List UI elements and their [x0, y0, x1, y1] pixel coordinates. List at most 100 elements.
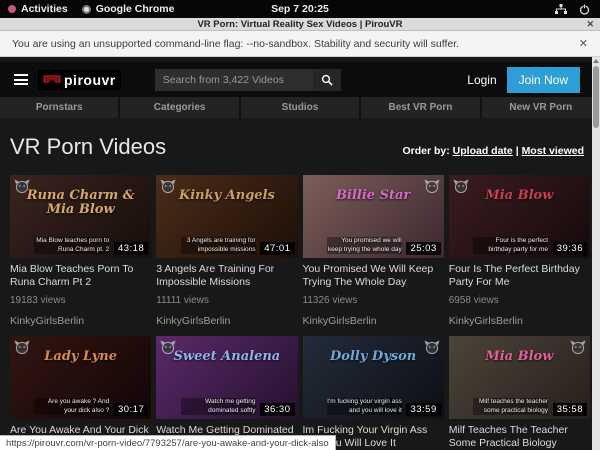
- video-thumbnail[interactable]: Runa Charm & Mia Blow Mia Blow teaches p…: [10, 175, 151, 258]
- video-thumbnail[interactable]: Kinky Angels 3 Angels are training for i…: [156, 175, 297, 258]
- warning-close-icon[interactable]: ✕: [579, 37, 588, 50]
- nav-item[interactable]: Best VR Porn: [359, 97, 479, 118]
- video-thumbnail[interactable]: Dolly Dyson I'm fucking your virgin ass …: [303, 336, 444, 419]
- page-title: VR Porn Videos: [10, 134, 166, 160]
- nav-item[interactable]: Pornstars: [0, 97, 118, 118]
- thumbnail-overlay-name: Runa Charm & Mia Blow: [10, 189, 151, 216]
- video-card[interactable]: Billie Star You promised we will keep tr…: [303, 175, 444, 327]
- video-card[interactable]: Kinky Angels 3 Angels are training for i…: [156, 175, 297, 327]
- thumbnail-caption: Mia Blow teaches porn to Runa Charm pt. …: [34, 237, 109, 254]
- site-header: pirouvr Login Join Now: [0, 62, 600, 97]
- order-by-label: Order by:: [402, 145, 449, 157]
- thumbnail-caption: You promised we will keep trying the who…: [327, 237, 402, 254]
- screen: Activities Google Chrome Sep 7 20:25 V: [0, 0, 600, 450]
- nav-item-label: Best VR Porn: [388, 102, 452, 113]
- app-indicator[interactable]: Google Chrome: [82, 3, 175, 15]
- content: VR Porn Videos Order by: Upload date | M…: [0, 134, 600, 450]
- main-nav: Pornstars Categories Studios Best VR Por…: [0, 97, 600, 118]
- login-link[interactable]: Login: [467, 73, 496, 87]
- video-studio-link[interactable]: KinkyGirlsBerlin: [156, 315, 297, 327]
- video-grid: Runa Charm & Mia Blow Mia Blow teaches p…: [10, 175, 590, 450]
- nav-item[interactable]: Categories: [118, 97, 238, 118]
- nav-item-label: Pornstars: [36, 102, 83, 113]
- video-views: 6958 views: [449, 295, 590, 306]
- video-title[interactable]: You Promised We Will Keep Trying The Who…: [303, 263, 444, 288]
- duration-badge: 39:36: [553, 242, 587, 255]
- video-card[interactable]: Sweet Analena Watch me getting dominated…: [156, 336, 297, 450]
- video-views: 19183 views: [10, 295, 151, 306]
- thumbnail-overlay-name: Dolly Dyson: [303, 350, 444, 364]
- thumbnail-overlay-name: Billie Star: [303, 189, 444, 203]
- video-views: 11326 views: [303, 295, 444, 306]
- thumbnail-caption: Watch me getting dominated softly: [181, 398, 256, 415]
- video-thumbnail[interactable]: Lady Lyne Are you awake ? And your dick …: [10, 336, 151, 419]
- magnifier-icon: [321, 74, 333, 86]
- menu-icon[interactable]: [14, 74, 28, 85]
- thumbnail-caption: Four is the perfect birthday party for m…: [473, 237, 548, 254]
- nav-item-label: New VR Porn: [509, 102, 572, 113]
- video-thumbnail[interactable]: Billie Star You promised we will keep tr…: [303, 175, 444, 258]
- video-views: 11111 views: [156, 295, 297, 306]
- status-bar: https://pirouvr.com/vr-porn-video/779325…: [0, 435, 336, 450]
- web-page: pirouvr Login Join Now Pornstars: [0, 57, 600, 450]
- nav-item-label: Categories: [154, 102, 206, 113]
- video-studio-link[interactable]: KinkyGirlsBerlin: [449, 315, 590, 327]
- site-logo[interactable]: pirouvr: [38, 70, 121, 90]
- video-title[interactable]: Milf Teaches The Teacher Some Practical …: [449, 424, 590, 449]
- thumbnail-caption: Milf teaches the teacher some practical …: [473, 398, 548, 415]
- video-card[interactable]: Mia Blow Four is the perfect birthday pa…: [449, 175, 590, 327]
- status-url: https://pirouvr.com/vr-porn-video/779325…: [6, 438, 329, 449]
- order-by-most-viewed-link[interactable]: Most viewed: [522, 145, 584, 157]
- thumbnail-caption: Are you awake ? And your dick also ?: [34, 398, 109, 415]
- vr-goggles-icon: [43, 74, 61, 85]
- video-thumbnail[interactable]: Mia Blow Milf teaches the teacher some p…: [449, 336, 590, 419]
- video-card[interactable]: Mia Blow Milf teaches the teacher some p…: [449, 336, 590, 450]
- tab-title: VR Porn: Virtual Reality Sex Videos | Pi…: [197, 19, 402, 30]
- video-card[interactable]: Runa Charm & Mia Blow Mia Blow teaches p…: [10, 175, 151, 327]
- thumbnail-overlay-name: Sweet Analena: [156, 350, 297, 364]
- activities-icon: [8, 5, 16, 13]
- nav-item[interactable]: Studios: [239, 97, 359, 118]
- video-title[interactable]: Four Is The Perfect Birthday Party For M…: [449, 263, 590, 288]
- nav-item[interactable]: New VR Porn: [480, 97, 600, 118]
- thumbnail-overlay-name: Mia Blow: [449, 189, 590, 203]
- activities-button[interactable]: Activities: [8, 3, 68, 15]
- system-top-bar: Activities Google Chrome Sep 7 20:25: [0, 0, 600, 18]
- order-by-upload-date-link[interactable]: Upload date: [453, 145, 513, 157]
- power-icon[interactable]: [579, 4, 590, 15]
- thumbnail-overlay-name: Kinky Angels: [156, 189, 297, 203]
- site-logo-text: pirouvr: [64, 72, 116, 88]
- video-card[interactable]: Dolly Dyson I'm fucking your virgin ass …: [303, 336, 444, 450]
- scrollbar[interactable]: [592, 57, 600, 450]
- thumbnail-caption: 3 Angels are training for impossible mis…: [181, 237, 256, 254]
- duration-badge: 35:58: [553, 403, 587, 416]
- video-title[interactable]: 3 Angels Are Training For Impossible Mis…: [156, 263, 297, 288]
- order-by-separator: |: [516, 145, 519, 157]
- duration-badge: 25:03: [406, 242, 440, 255]
- scrollbar-thumb[interactable]: [593, 66, 599, 128]
- search-bar: [155, 69, 341, 91]
- join-now-button[interactable]: Join Now: [507, 67, 580, 93]
- video-card[interactable]: Lady Lyne Are you awake ? And your dick …: [10, 336, 151, 450]
- video-title[interactable]: Mia Blow Teaches Porn To Runa Charm Pt 2: [10, 263, 151, 288]
- thumbnail-caption: I'm fucking your virgin ass and you will…: [327, 398, 402, 415]
- scrollbar-up-arrow[interactable]: [593, 59, 599, 63]
- browser-title-bar[interactable]: VR Porn: Virtual Reality Sex Videos | Pi…: [0, 18, 600, 31]
- duration-badge: 33:59: [406, 403, 440, 416]
- chrome-icon: [82, 5, 91, 14]
- network-icon[interactable]: [555, 4, 567, 14]
- search-button[interactable]: [313, 69, 341, 91]
- duration-badge: 36:30: [260, 403, 294, 416]
- activities-label: Activities: [21, 3, 68, 15]
- app-label: Google Chrome: [96, 3, 175, 15]
- nav-item-label: Studios: [282, 102, 319, 113]
- warning-infobar: You are using an unsupported command-lin…: [0, 31, 600, 57]
- search-input[interactable]: [155, 69, 313, 91]
- video-thumbnail[interactable]: Mia Blow Four is the perfect birthday pa…: [449, 175, 590, 258]
- duration-badge: 47:01: [260, 242, 294, 255]
- thumbnail-overlay-name: Lady Lyne: [10, 350, 151, 364]
- video-thumbnail[interactable]: Sweet Analena Watch me getting dominated…: [156, 336, 297, 419]
- video-studio-link[interactable]: KinkyGirlsBerlin: [10, 315, 151, 327]
- video-studio-link[interactable]: KinkyGirlsBerlin: [303, 315, 444, 327]
- tab-close-icon[interactable]: ✕: [586, 19, 594, 30]
